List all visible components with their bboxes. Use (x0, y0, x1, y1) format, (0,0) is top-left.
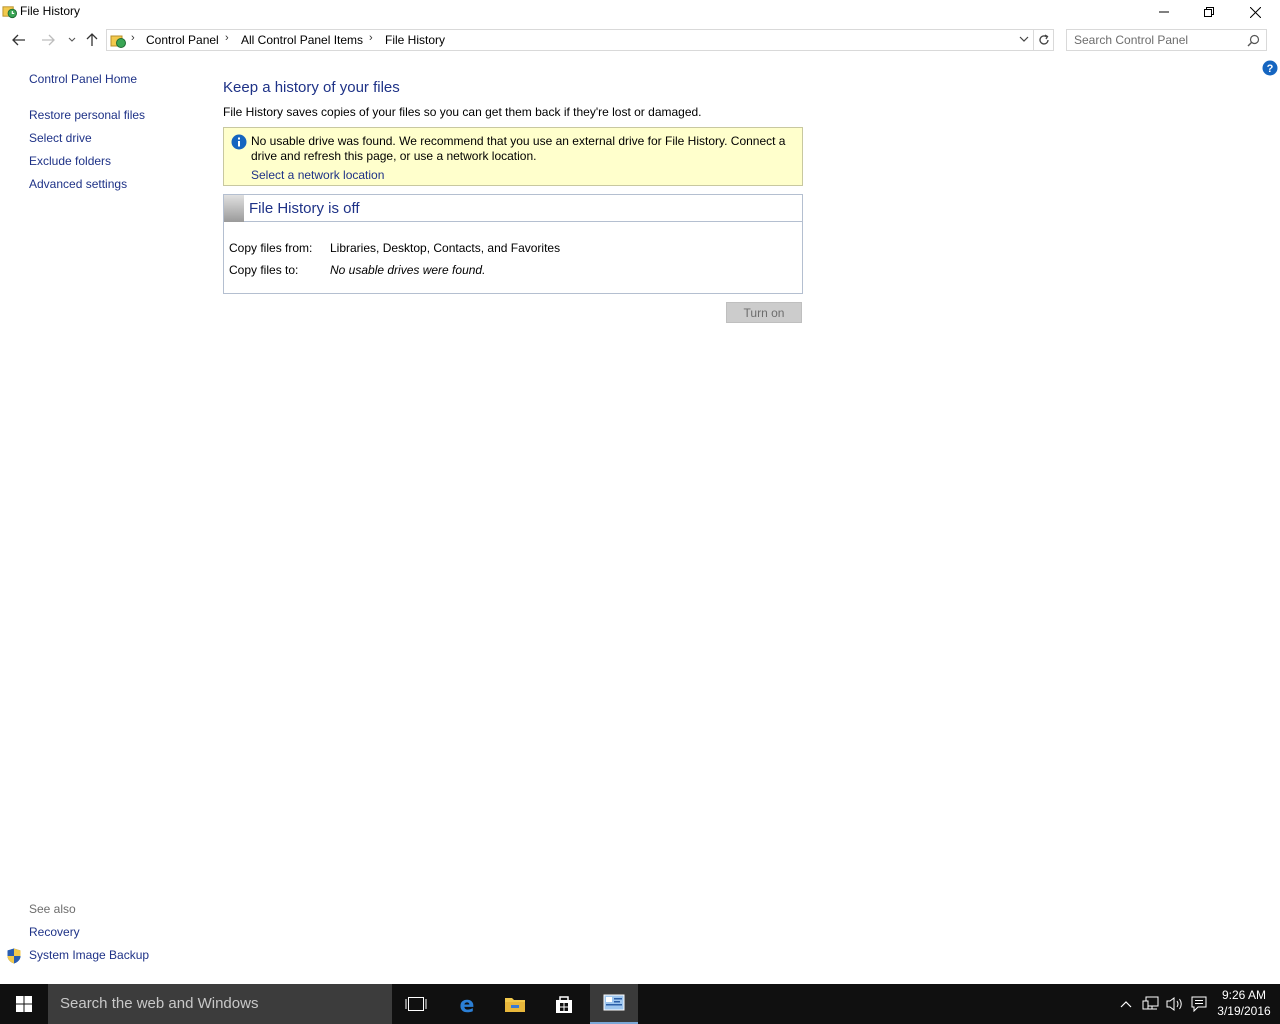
exclude-folders-link[interactable]: Exclude folders (29, 154, 111, 168)
close-button[interactable] (1232, 0, 1278, 24)
recent-locations-button[interactable] (62, 30, 82, 50)
select-drive-link[interactable]: Select drive (29, 131, 92, 145)
back-arrow-icon (12, 34, 25, 46)
chevron-up-icon (1120, 1001, 1132, 1008)
file-explorer-icon (505, 998, 525, 1012)
windows-logo-icon (16, 996, 32, 1012)
volume-tray-button[interactable] (1165, 984, 1185, 1024)
svg-text:e: e (460, 993, 475, 1015)
restore-button[interactable] (1186, 0, 1232, 24)
status-title: File History is off (249, 200, 360, 217)
breadcrumb-all-control-panel-items[interactable]: All Control Panel Items (241, 33, 363, 47)
taskbar: Search the web and Windows e 9:26 AM 3/1… (0, 984, 1280, 1024)
volume-icon (1166, 997, 1182, 1011)
action-center-icon (1191, 996, 1207, 1012)
address-bar[interactable]: › Control Panel › All Control Panel Item… (106, 29, 1034, 51)
taskbar-search-placeholder: Search the web and Windows (60, 995, 259, 1012)
up-button[interactable] (82, 30, 102, 50)
search-icon[interactable] (1247, 34, 1260, 47)
breadcrumb-separator-icon: › (131, 32, 135, 44)
minimize-button[interactable] (1141, 0, 1187, 24)
taskbar-search-box[interactable]: Search the web and Windows (48, 984, 392, 1024)
help-icon[interactable]: ? (1262, 60, 1278, 76)
uac-shield-icon (7, 948, 21, 964)
status-indicator (224, 195, 244, 222)
task-view-button[interactable] (392, 984, 440, 1024)
status-panel: File History is off Copy files from: Lib… (223, 194, 803, 294)
control-panel-home-link[interactable]: Control Panel Home (29, 72, 137, 86)
copy-from-label: Copy files from: (229, 241, 313, 255)
info-bar: No usable drive was found. We recommend … (223, 127, 803, 186)
window-title: File History (20, 4, 81, 18)
address-dropdown-icon[interactable] (1019, 35, 1029, 43)
see-also-heading: See also (29, 902, 76, 916)
recovery-link[interactable]: Recovery (29, 925, 80, 939)
store-taskbar-button[interactable] (540, 984, 588, 1024)
file-explorer-taskbar-button[interactable] (491, 984, 539, 1024)
show-hidden-icons-button[interactable] (1118, 984, 1134, 1024)
search-input[interactable] (1067, 30, 1243, 50)
task-view-icon (405, 997, 427, 1011)
copy-from-value: Libraries, Desktop, Contacts, and Favori… (330, 241, 561, 255)
minimize-icon (1159, 11, 1169, 13)
action-center-button[interactable] (1189, 984, 1209, 1024)
info-message: No usable drive was found. We recommend … (251, 134, 786, 163)
refresh-button[interactable] (1034, 29, 1054, 51)
restore-icon (1204, 7, 1214, 17)
breadcrumb-file-history[interactable]: File History (385, 33, 445, 47)
navigation-bar: › Control Panel › All Control Panel Item… (0, 27, 1280, 53)
control-panel-icon (603, 994, 625, 1011)
breadcrumb-separator-icon: › (369, 32, 373, 44)
forward-arrow-icon (42, 34, 55, 46)
select-network-location-link[interactable]: Select a network location (251, 168, 384, 182)
turn-on-button[interactable]: Turn on (726, 302, 802, 323)
start-button[interactable] (0, 984, 48, 1024)
refresh-icon (1038, 34, 1049, 45)
control-panel-taskbar-button[interactable] (590, 984, 638, 1024)
edge-icon: e (460, 993, 475, 1015)
breadcrumb-separator-icon: › (225, 32, 229, 44)
taskbar-clock[interactable]: 9:26 AM 3/19/2016 (1212, 987, 1276, 1019)
title-bar: File History (0, 0, 1280, 24)
clock-time: 9:26 AM (1221, 988, 1267, 1002)
left-navigation-pane: Control Panel Home Restore personal file… (0, 60, 200, 980)
copy-to-label: Copy files to: (229, 263, 299, 277)
clock-date: 3/19/2016 (1217, 1004, 1271, 1018)
status-header: File History is off (224, 195, 802, 222)
forward-button[interactable] (38, 30, 58, 50)
control-panel-icon (110, 35, 126, 48)
back-button[interactable] (9, 30, 29, 50)
breadcrumb-control-panel[interactable]: Control Panel (146, 33, 219, 47)
advanced-settings-link[interactable]: Advanced settings (29, 177, 127, 191)
system-image-backup-link[interactable]: System Image Backup (29, 948, 149, 962)
svg-text:?: ? (1267, 63, 1274, 75)
info-icon (231, 134, 247, 150)
page-description: File History saves copies of your files … (223, 105, 702, 119)
file-history-app-icon (2, 6, 17, 19)
search-box[interactable] (1066, 29, 1267, 51)
page-title: Keep a history of your files (223, 79, 400, 96)
close-icon (1249, 6, 1261, 18)
network-tray-button[interactable] (1141, 984, 1161, 1024)
chevron-down-icon (68, 37, 76, 42)
edge-taskbar-button[interactable]: e (443, 984, 491, 1024)
network-icon (1142, 996, 1159, 1010)
up-arrow-icon (86, 33, 98, 46)
store-icon (556, 996, 572, 1013)
copy-to-value: No usable drives were found. (330, 263, 486, 277)
restore-personal-files-link[interactable]: Restore personal files (29, 108, 145, 122)
